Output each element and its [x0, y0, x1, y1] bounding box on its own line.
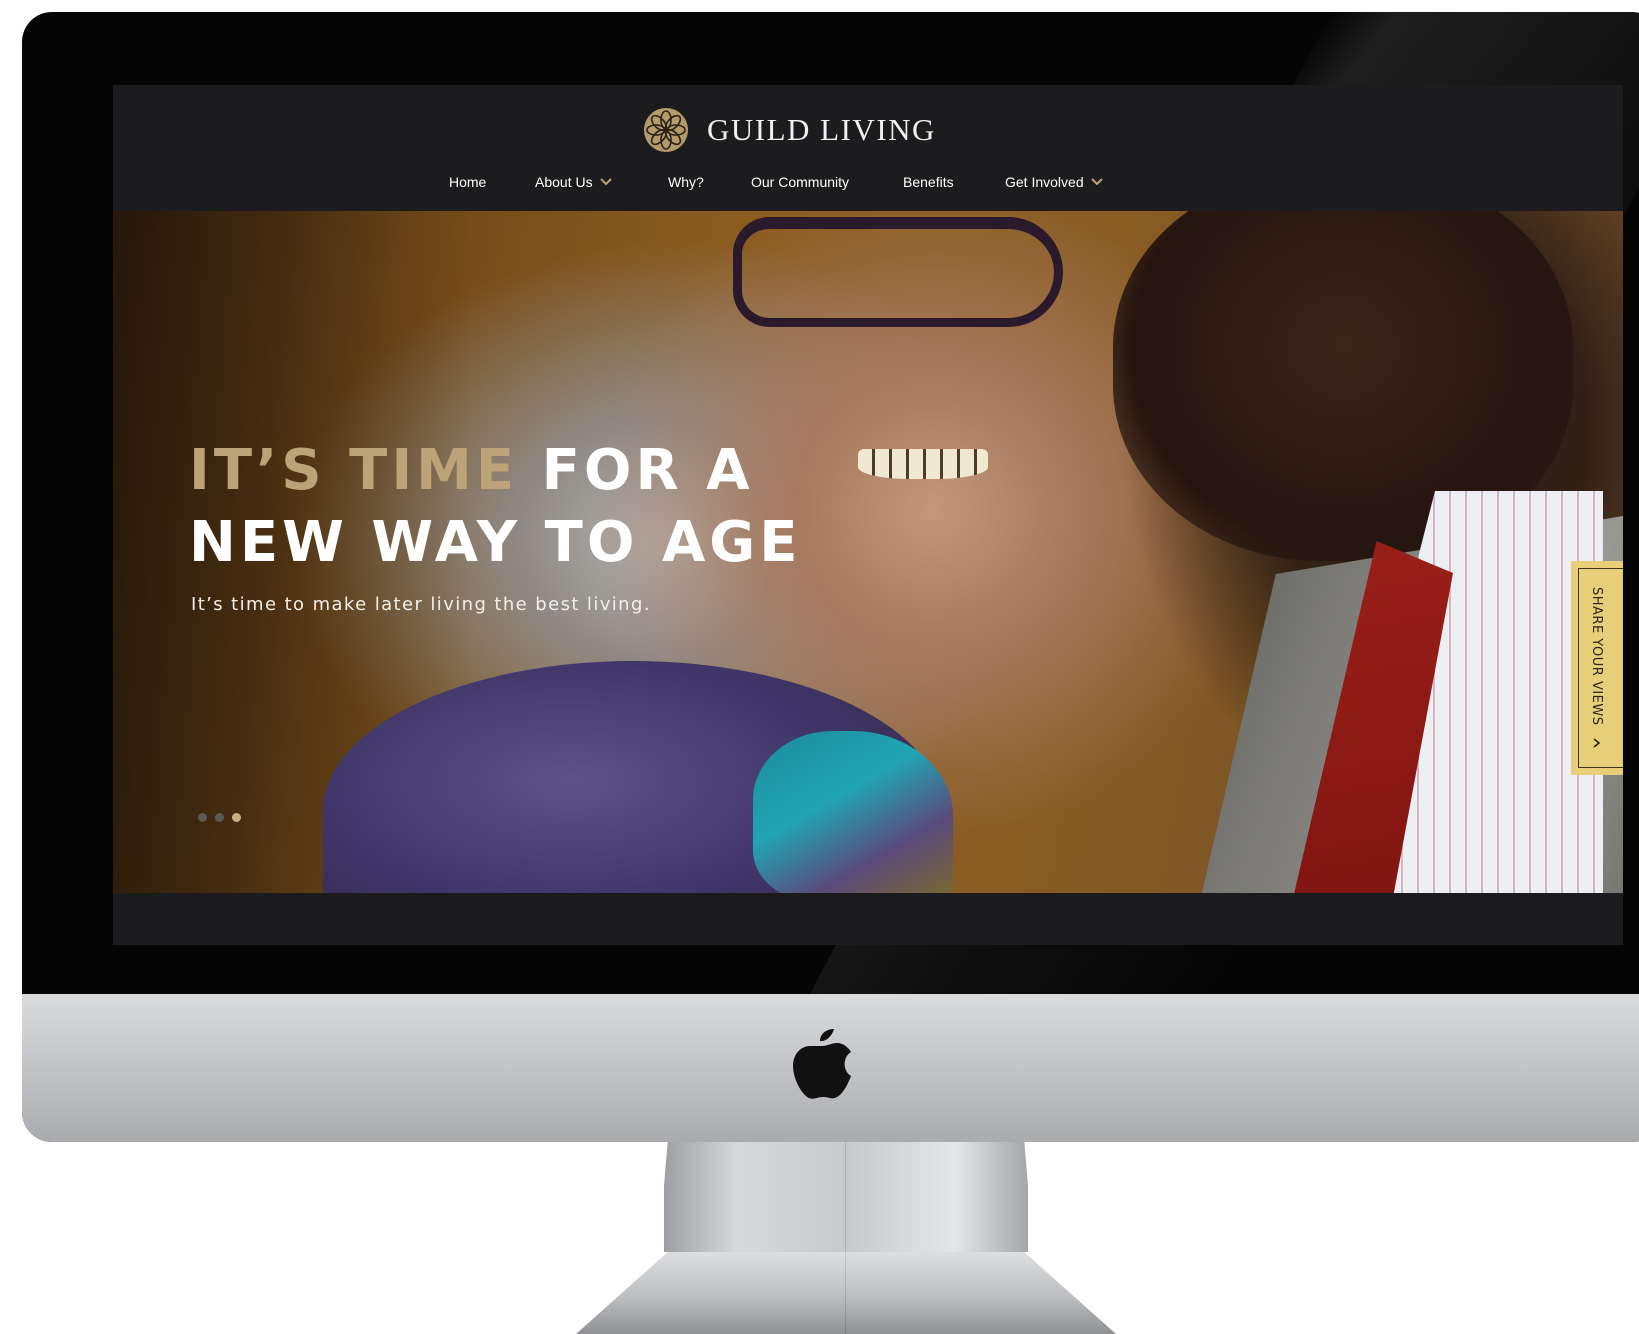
share-your-views-tab[interactable]: SHARE YOUR VIEWS	[1571, 561, 1623, 775]
site-header: GUILD LIVING Home About Us Why? Our Comm…	[113, 85, 1623, 211]
hero-photo-glasses	[733, 217, 1063, 327]
nav-item-get-involved[interactable]: Get Involved	[1005, 167, 1103, 197]
imac-monitor: GUILD LIVING Home About Us Why? Our Comm…	[22, 12, 1639, 1142]
hero-title: IT’S TIME FOR A NEW WAY TO AGE	[189, 435, 802, 579]
nav-item-why[interactable]: Why?	[668, 167, 704, 197]
chevron-down-icon	[1090, 178, 1103, 186]
nav-item-label: Our Community	[751, 174, 850, 190]
hero-title-gold: IT’S TIME	[189, 438, 519, 503]
brand-name: GUILD LIVING	[707, 112, 936, 147]
carousel-dot-3[interactable]	[232, 813, 241, 822]
stand-seam	[845, 1142, 846, 1334]
flower-rosette-icon	[644, 108, 688, 152]
nav-item-label: Benefits	[903, 174, 954, 190]
monitor-stand-base	[576, 1252, 1116, 1334]
hero-photo-smile	[858, 449, 988, 479]
carousel-dot-2[interactable]	[215, 813, 224, 822]
main-nav: Home About Us Why? Our Community Benefit…	[113, 167, 1623, 197]
carousel-dots	[198, 813, 241, 822]
share-tab-label: SHARE YOUR VIEWS	[1589, 587, 1604, 726]
chevron-right-icon	[1593, 738, 1601, 748]
hero-title-white: FOR A	[541, 438, 754, 503]
hero-title-line2: NEW WAY TO AGE	[189, 510, 802, 575]
chevron-down-icon	[599, 178, 612, 186]
apple-logo-icon	[793, 1029, 851, 1099]
nav-item-label: Home	[449, 174, 487, 190]
website-screen: GUILD LIVING Home About Us Why? Our Comm…	[113, 85, 1623, 945]
monitor-stand-neck	[664, 1142, 1028, 1252]
nav-item-our-community[interactable]: Our Community	[751, 167, 849, 197]
nav-item-about-us[interactable]: About Us	[535, 167, 612, 197]
nav-item-label: About Us	[535, 174, 593, 190]
content-bar	[113, 893, 1623, 945]
hero-photo-scarf	[753, 731, 953, 893]
hero-banner: IT’S TIME FOR A NEW WAY TO AGE It’s time …	[113, 211, 1623, 893]
nav-item-label: Why?	[668, 174, 704, 190]
nav-item-home[interactable]: Home	[449, 167, 486, 197]
nav-item-label: Get Involved	[1005, 174, 1084, 190]
hero-subtitle: It’s time to make later living the best …	[191, 594, 651, 615]
brand-logo[interactable]: GUILD LIVING	[643, 105, 936, 155]
carousel-dot-1[interactable]	[198, 813, 207, 822]
nav-item-benefits[interactable]: Benefits	[903, 167, 954, 197]
